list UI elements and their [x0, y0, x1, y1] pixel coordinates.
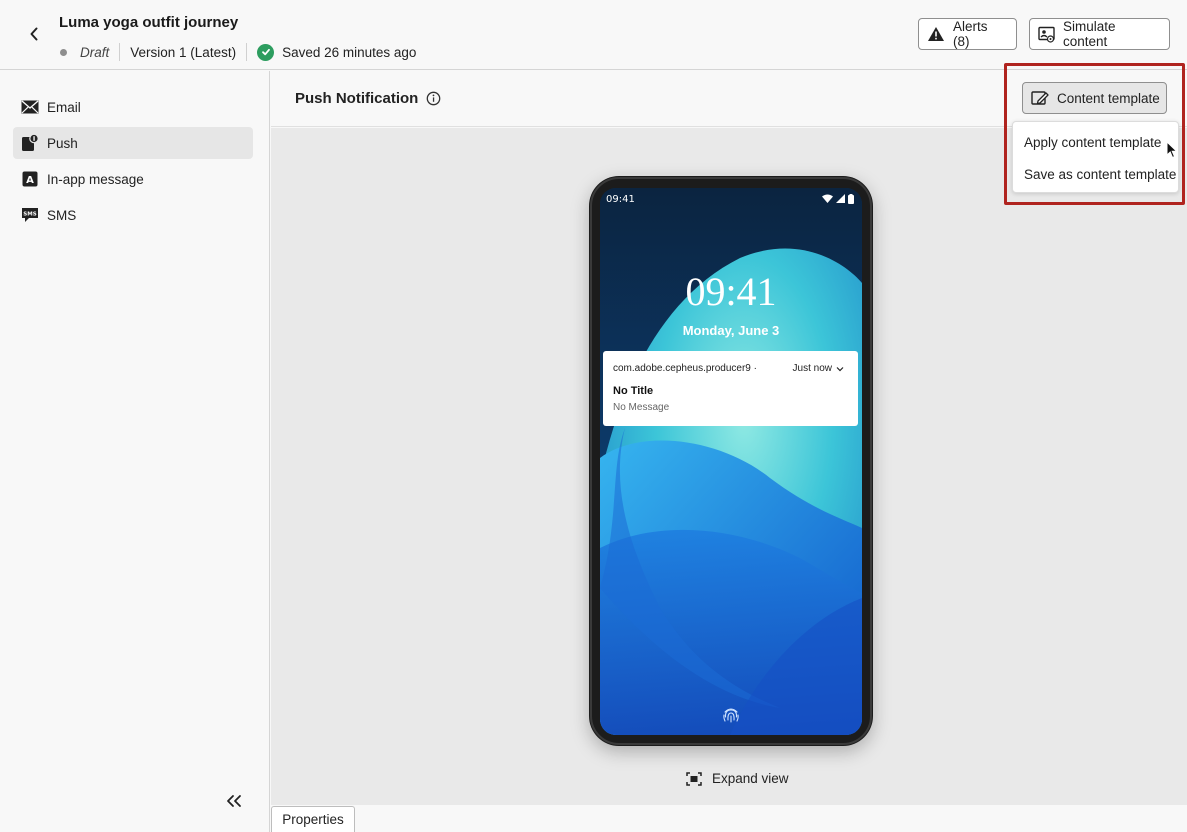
- fingerprint-icon: [723, 708, 739, 723]
- page-title: Push Notification: [295, 90, 419, 107]
- sidebar-item-label: Push: [47, 135, 78, 151]
- back-button[interactable]: [22, 22, 46, 46]
- svg-text:A: A: [26, 175, 34, 186]
- status-bar-time: 09:41: [606, 194, 635, 205]
- sidebar-item-push[interactable]: Push: [13, 127, 253, 159]
- alert-icon: [927, 26, 945, 42]
- sidebar-item-label: Email: [47, 99, 81, 115]
- notification-time-label: Just now: [792, 363, 832, 374]
- mouse-cursor-icon: [1166, 141, 1178, 159]
- sidebar-item-label: SMS: [47, 207, 77, 223]
- alerts-label: Alerts (8): [953, 19, 988, 49]
- simulate-label: Simulate content: [1063, 19, 1116, 49]
- saved-status: Saved 26 minutes ago: [282, 44, 417, 60]
- alerts-button[interactable]: Alerts (8): [918, 18, 1017, 50]
- sidebar-item-in-app[interactable]: A In-app message: [13, 163, 253, 195]
- sidebar-item-label: In-app message: [47, 171, 144, 187]
- expand-icon: [686, 771, 702, 786]
- notification-time: Just now: [793, 363, 844, 374]
- simulate-icon: [1038, 26, 1055, 43]
- chevron-left-icon: [30, 27, 38, 41]
- svg-text:SMS: SMS: [23, 211, 36, 217]
- journey-meta: Draft Version 1 (Latest) Saved 26 minute…: [60, 43, 416, 61]
- lock-screen-time: 09:41: [685, 269, 777, 314]
- notification-title: No Title: [613, 385, 654, 397]
- top-header: Luma yoga outfit journey Draft Version 1…: [0, 0, 1187, 70]
- status-bar-icons: [822, 194, 854, 204]
- lock-screen-date: Monday, June 3: [682, 323, 780, 338]
- mail-icon: [21, 98, 39, 116]
- in-app-icon: A: [21, 170, 39, 188]
- wifi-icon: [822, 194, 833, 203]
- info-icon[interactable]: [426, 91, 441, 106]
- push-icon: [21, 134, 39, 152]
- version-label: Version 1 (Latest): [130, 44, 237, 60]
- channel-sidebar: Email Push A In-app message SMS SMS: [0, 71, 270, 832]
- journey-title: Luma yoga outfit journey: [59, 14, 239, 31]
- sms-icon: SMS: [21, 206, 39, 224]
- collapse-sidebar-button[interactable]: [226, 794, 246, 814]
- status-label: Draft: [80, 44, 110, 60]
- battery-icon: [848, 194, 854, 204]
- menu-item-apply-template[interactable]: Apply content template: [1013, 126, 1178, 158]
- push-notification-preview: com.adobe.cepheus.producer9 · Just now N…: [603, 351, 858, 426]
- double-chevron-left-icon: [227, 795, 241, 807]
- content-template-label: Content template: [1057, 90, 1160, 106]
- expand-view-button[interactable]: Expand view: [686, 771, 789, 786]
- phone-screen: 09:41 09:41 Monday, June 3 com.adobe.cep…: [600, 188, 862, 735]
- simulate-content-button[interactable]: Simulate content: [1029, 18, 1170, 50]
- notification-message: No Message: [613, 402, 670, 413]
- sidebar-item-email[interactable]: Email: [13, 91, 253, 123]
- expand-view-label: Expand view: [712, 771, 789, 786]
- edit-template-icon: [1031, 90, 1049, 106]
- divider: [246, 43, 248, 61]
- sidebar-item-sms[interactable]: SMS SMS: [13, 199, 253, 231]
- signal-icon: [836, 194, 845, 203]
- divider: [119, 43, 121, 61]
- content-template-button[interactable]: Content template: [1022, 82, 1167, 114]
- status-dot: [60, 48, 67, 56]
- checkmark-icon: [257, 43, 275, 61]
- content-template-menu: Apply content template Save as content t…: [1012, 121, 1179, 193]
- properties-tab[interactable]: Properties: [271, 806, 355, 832]
- menu-item-save-template[interactable]: Save as content template: [1013, 158, 1178, 190]
- chevron-down-icon: [836, 366, 844, 371]
- notification-app-id: com.adobe.cepheus.producer9 ·: [613, 363, 757, 374]
